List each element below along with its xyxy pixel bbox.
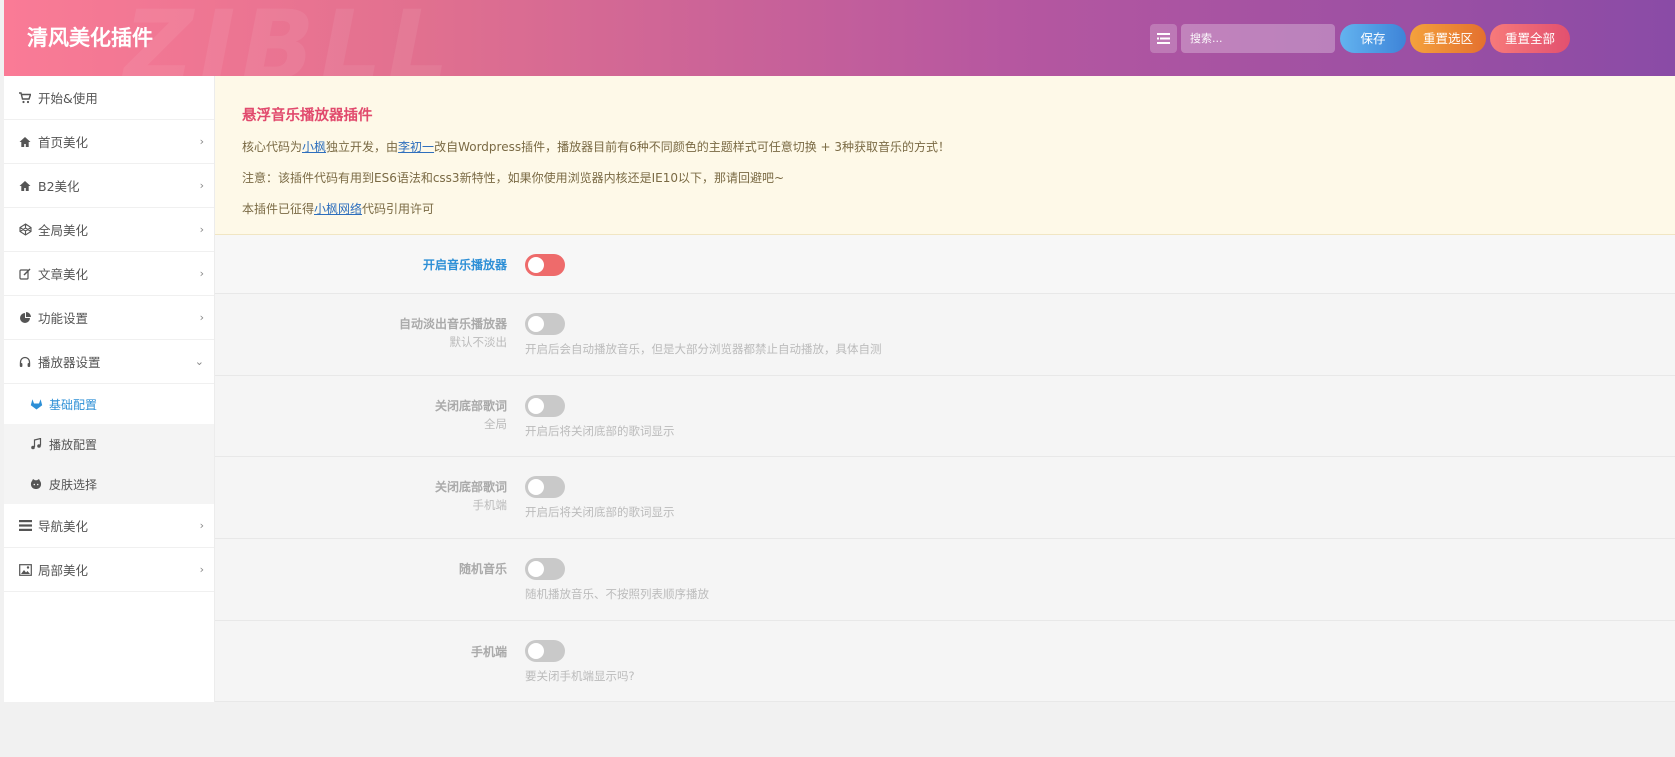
list-icon [18,519,32,533]
sidebar-item-player[interactable]: 播放器设置 ⌄ [4,340,214,384]
setting-description: 开启后将关闭底部的歌词显示 [525,424,675,438]
reset-all-button[interactable]: 重置全部 [1490,24,1570,53]
sidebar-item-label: 局部美化 [38,563,89,578]
save-button[interactable]: 保存 [1340,24,1406,53]
sidebar-item-label: 文章美化 [38,267,89,282]
pie-chart-icon [18,311,32,325]
sidebar-item-label: 功能设置 [38,311,89,326]
sidebar-item-nav[interactable]: 导航美化 › [4,504,214,548]
setting-row-random-music: 随机音乐 随机播放音乐、不按照列表顺序播放 [215,539,1675,621]
gitlab-icon [29,397,43,411]
setting-label: 手机端 [470,645,507,659]
setting-row-auto-fade: 自动淡出音乐播放器 默认不淡出 开启后会自动播放音乐，但是大部分浏览器都禁止自动… [215,294,1675,376]
footer-area [4,702,1675,757]
sidebar-item-features[interactable]: 功能设置 › [4,296,214,340]
setting-row-mobile: 手机端 要关闭手机端显示吗? [215,621,1675,702]
music-icon [29,437,43,451]
chevron-right-icon: › [199,563,204,576]
chevron-right-icon: › [199,311,204,324]
setting-sublabel: 手机端 [472,498,508,512]
setting-label: 随机音乐 [458,562,507,576]
sidebar-item-label: 首页美化 [38,135,89,150]
brand-title: 清风美化插件 [27,26,153,50]
sidebar-subitem-label: 基础配置 [49,397,98,412]
setting-row-enable-player: 开启音乐播放器 [215,235,1675,294]
setting-label: 关闭底部歌词 [434,399,507,413]
codepen-icon [18,223,32,237]
sidebar-item-article[interactable]: 文章美化 › [4,252,214,296]
hide-lyrics-mobile-toggle[interactable] [525,476,565,498]
notice-text: 改自Wordpress插件，播放器目前有6种不同颜色的主题样式可任意切换 + 3… [434,140,951,154]
setting-description: 开启后会自动播放音乐，但是大部分浏览器都禁止自动播放，具体自测 [525,342,882,356]
setting-row-hide-lyrics-global: 关闭底部歌词 全局 开启后将关闭底部的歌词显示 [215,376,1675,457]
image-icon [18,563,32,577]
sidebar-subitem-basic[interactable]: 基础配置 [4,384,214,424]
sidebar-item-b2[interactable]: B2美化 › [4,164,214,208]
setting-row-hide-lyrics-mobile: 关闭底部歌词 手机端 开启后将关闭底部的歌词显示 [215,457,1675,539]
chevron-right-icon: › [199,223,204,236]
edit-icon [18,267,32,281]
top-header: ZIBLL 清风美化插件 保存 重置选区 重置全部 [4,0,1675,76]
chevron-right-icon: › [199,267,204,280]
menu-toggle-button[interactable] [1150,24,1177,53]
random-music-toggle[interactable] [525,558,565,580]
sidebar: 开始&使用 首页美化 › B2美化 › 全局美化 › 文章美化 › 功能设置 ›… [4,76,215,702]
setting-label: 开启音乐播放器 [422,258,507,272]
sidebar-item-label: B2美化 [38,179,80,194]
notice-text: 独立开发，由 [326,140,399,154]
sidebar-item-global[interactable]: 全局美化 › [4,208,214,252]
notice-title: 悬浮音乐播放器插件 [242,108,373,124]
sidebar-subitem-label: 皮肤选择 [49,477,98,492]
sidebar-item-label: 播放器设置 [38,355,101,370]
sidebar-item-home[interactable]: 首页美化 › [4,120,214,164]
sidebar-item-label: 开始&使用 [38,91,98,106]
sidebar-item-start[interactable]: 开始&使用 [4,76,214,120]
notice-text: 核心代码为 [242,140,303,154]
github-icon [29,477,43,491]
setting-description: 要关闭手机端显示吗? [525,669,635,683]
setting-sublabel: 全局 [484,417,507,431]
license-link[interactable]: 小枫网络 [314,202,362,216]
sidebar-item-label: 导航美化 [38,519,89,534]
setting-description: 随机播放音乐、不按照列表顺序播放 [525,587,709,601]
chevron-right-icon: › [199,179,204,192]
sidebar-item-local[interactable]: 局部美化 › [4,548,214,592]
notice-line-3: 本插件已征得小枫网络代码引用许可 [242,202,1648,216]
search-input[interactable] [1181,24,1335,53]
mobile-toggle[interactable] [525,640,565,662]
author-link[interactable]: 小枫 [302,140,326,154]
setting-label: 关闭底部歌词 [434,480,507,494]
chevron-right-icon: › [199,519,204,532]
notice-text: 代码引用许可 [362,202,435,216]
cart-icon [18,91,32,105]
chevron-down-icon: ⌄ [194,355,204,368]
setting-label: 自动淡出音乐播放器 [398,317,507,331]
notice-line-1: 核心代码为小枫独立开发，由李初一改自Wordpress插件，播放器目前有6种不同… [242,140,1648,154]
reset-section-button[interactable]: 重置选区 [1410,24,1486,53]
chevron-right-icon: › [199,135,204,148]
modifier-link[interactable]: 李初一 [398,140,434,154]
watermark: ZIBLL [124,0,455,76]
list-icon [1157,33,1170,44]
home-icon [18,179,32,193]
app-frame: ZIBLL 清风美化插件 保存 重置选区 重置全部 开始&使用 [4,0,1675,757]
setting-description: 开启后将关闭底部的歌词显示 [525,505,675,519]
sidebar-subitem-skin[interactable]: 皮肤选择 [4,464,214,504]
enable-player-toggle[interactable] [525,254,565,276]
headphones-icon [18,355,32,369]
notice-line-2: 注意：该插件代码有用到ES6语法和css3新特性，如果你使用浏览器内核还是IE1… [242,171,785,185]
plugin-notice: 悬浮音乐播放器插件 核心代码为小枫独立开发，由李初一改自Wordpress插件，… [215,76,1675,235]
sidebar-item-label: 全局美化 [38,223,89,238]
setting-sublabel: 默认不淡出 [449,335,508,349]
sidebar-subitem-playback[interactable]: 播放配置 [4,424,214,464]
main-panel: 悬浮音乐播放器插件 核心代码为小枫独立开发，由李初一改自Wordpress插件，… [215,76,1675,702]
home-icon [18,135,32,149]
hide-lyrics-global-toggle[interactable] [525,395,565,417]
notice-text: 本插件已征得 [242,202,315,216]
auto-fade-toggle[interactable] [525,313,565,335]
sidebar-subitem-label: 播放配置 [49,437,98,452]
